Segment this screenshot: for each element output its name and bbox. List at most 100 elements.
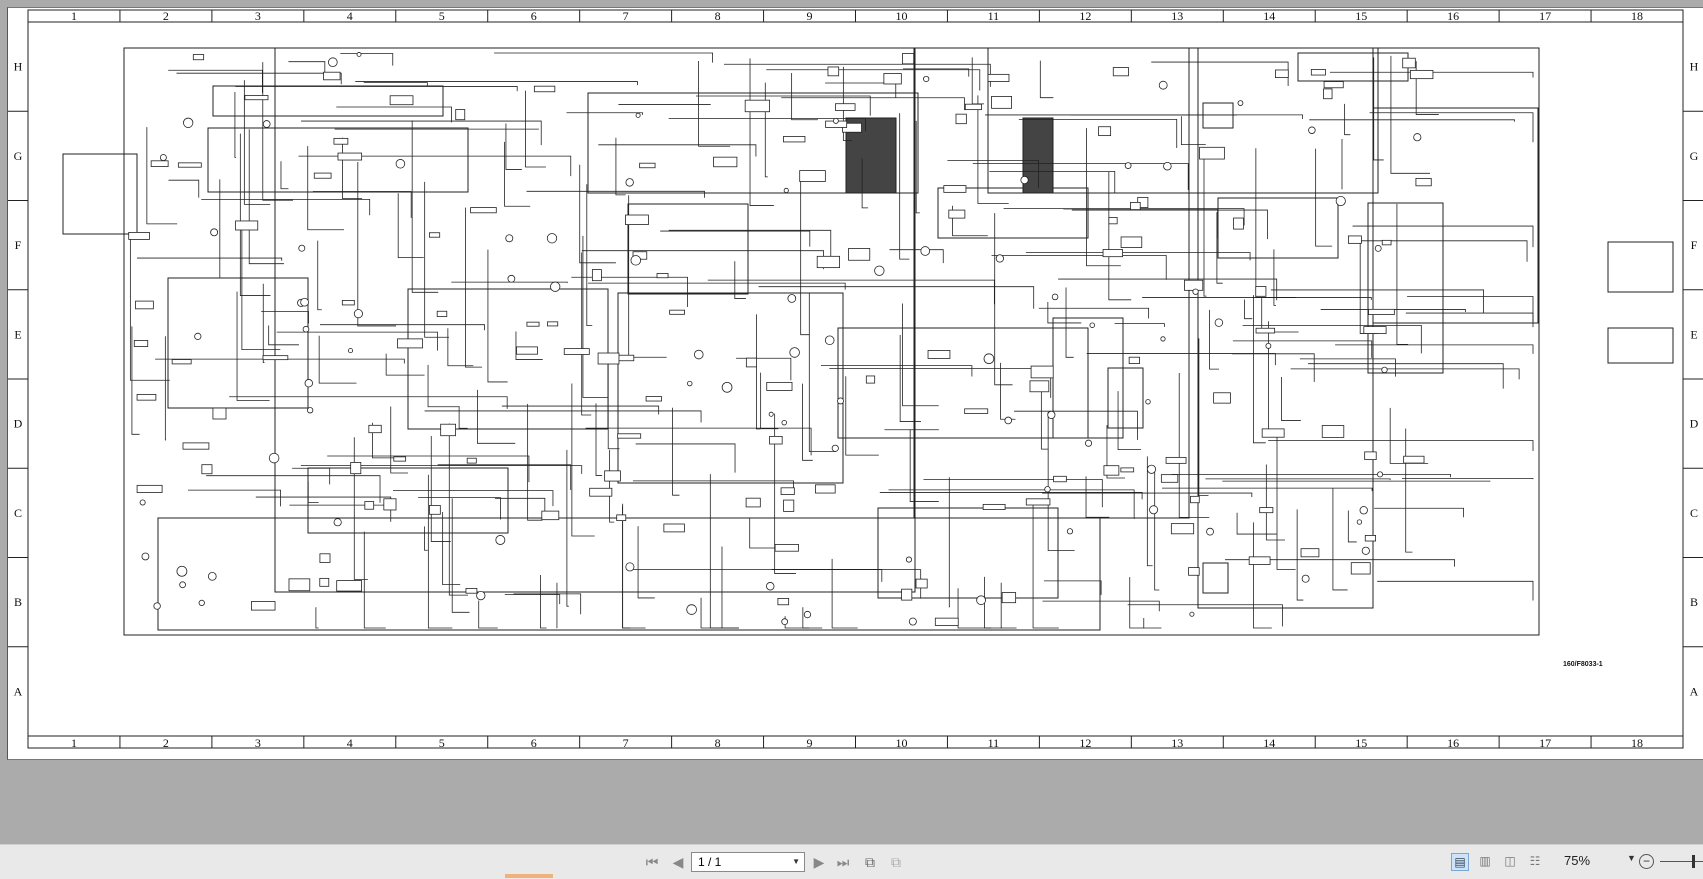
component-symbol (1121, 468, 1134, 472)
component-symbol (783, 136, 805, 142)
grid-column-label-bottom: 15 (1355, 736, 1367, 750)
component-symbol (1324, 89, 1333, 99)
wire (249, 129, 284, 263)
wire (571, 277, 687, 307)
component-symbol (338, 153, 362, 160)
component-symbol (1129, 357, 1139, 363)
wire (168, 70, 262, 93)
wire (1040, 61, 1053, 98)
grid-column-label-top: 12 (1079, 9, 1091, 23)
wire (465, 208, 482, 368)
wire (567, 113, 643, 115)
page-number-input[interactable]: 1 / 1 ▼ (691, 852, 805, 872)
wire (479, 601, 498, 628)
facing-view-icon[interactable]: ◫ (1501, 853, 1519, 871)
page-dropdown-arrow-icon[interactable]: ▼ (792, 853, 800, 871)
wire (1281, 377, 1300, 420)
component-symbol (394, 457, 406, 461)
wire (736, 358, 791, 380)
component-symbol (384, 499, 396, 510)
wire (1277, 436, 1296, 569)
component-symbol (1351, 563, 1370, 574)
grid-column-label-bottom: 5 (439, 736, 445, 750)
connector-symbol (269, 453, 279, 463)
zoom-dropdown-arrow-icon[interactable]: ▼ (1627, 853, 1636, 863)
component-symbol (1324, 82, 1343, 88)
next-page-icon[interactable]: ▶ (809, 852, 829, 872)
previous-page-icon[interactable]: ◀ (668, 852, 688, 872)
zoom-slider[interactable] (1660, 861, 1703, 862)
wire (147, 127, 177, 224)
continuous-view-icon[interactable]: ▥ (1476, 853, 1494, 871)
zoom-slider-thumb[interactable] (1692, 855, 1695, 868)
grid-column-label-bottom: 6 (531, 736, 537, 750)
connector-symbol (263, 121, 270, 128)
component-symbol (1311, 69, 1325, 75)
component-symbol (1130, 202, 1140, 209)
first-page-icon[interactable]: ⏮ (642, 852, 662, 872)
component-symbol (534, 86, 554, 92)
wire (513, 594, 580, 614)
component-symbol (1369, 309, 1395, 314)
wire (638, 526, 655, 598)
drawing-sheet: 123456789101112131415161718 123456789101… (7, 7, 1703, 760)
wire (889, 490, 1135, 519)
connector-symbol (154, 603, 161, 610)
connector-symbol (1309, 127, 1316, 134)
component-symbol (670, 310, 685, 314)
component-symbol (1031, 366, 1053, 378)
component-symbol (598, 353, 619, 364)
component-symbol (137, 394, 156, 400)
wire (1291, 369, 1520, 380)
taskbar-highlight (505, 874, 553, 878)
connector-symbol (303, 326, 309, 332)
wire (1026, 253, 1250, 261)
grid-column-label-bottom: 7 (623, 736, 629, 750)
zoom-out-icon[interactable]: − (1639, 854, 1654, 869)
component-symbol (1234, 218, 1244, 229)
connector-symbol (626, 179, 634, 187)
single-page-view-icon[interactable]: ▤ (1451, 853, 1469, 871)
grid-column-label-bottom: 14 (1263, 736, 1275, 750)
component-symbol (745, 100, 769, 112)
connector-symbol (909, 618, 916, 625)
component-symbol (1365, 535, 1375, 541)
grid-column-label-bottom: 9 (807, 736, 813, 750)
wire (165, 336, 166, 440)
last-page-icon[interactable]: ⏭ (833, 852, 853, 872)
component-symbol (1404, 456, 1424, 463)
component-symbol (129, 232, 150, 239)
connector-symbol (1302, 575, 1309, 582)
wire (1033, 499, 1059, 628)
connector-symbol (1357, 520, 1361, 524)
grid-column-label-top: 15 (1355, 9, 1367, 23)
previous-view-icon[interactable]: ⧉ (860, 852, 880, 872)
facing-continuous-view-icon[interactable]: ☷ (1526, 853, 1544, 871)
connector-symbol (1360, 507, 1368, 515)
wire (995, 213, 1013, 385)
wire (1237, 513, 1276, 534)
component-symbol (916, 579, 927, 588)
next-view-icon[interactable]: ⧉ (886, 852, 906, 872)
component-symbol (369, 425, 381, 432)
grid-column-label-bottom: 13 (1171, 736, 1183, 750)
wire (766, 70, 980, 91)
wire (1406, 429, 1413, 553)
wire (261, 311, 308, 323)
wire (1390, 408, 1428, 464)
connector-symbol (199, 600, 204, 605)
wire (448, 328, 473, 365)
connector-symbol (1045, 487, 1051, 493)
connector-symbol (328, 58, 337, 67)
connector-symbol (766, 582, 774, 590)
wire (340, 54, 392, 66)
wire (992, 256, 1167, 280)
component-symbol (590, 488, 612, 496)
component-symbol (884, 73, 901, 83)
grid-column-label-bottom: 17 (1539, 736, 1551, 750)
wire (451, 282, 567, 283)
wire (701, 598, 723, 628)
grid-row-label-left: B (14, 595, 22, 609)
zoom-level[interactable]: 75% (1564, 853, 1590, 868)
component-symbol (605, 471, 621, 481)
